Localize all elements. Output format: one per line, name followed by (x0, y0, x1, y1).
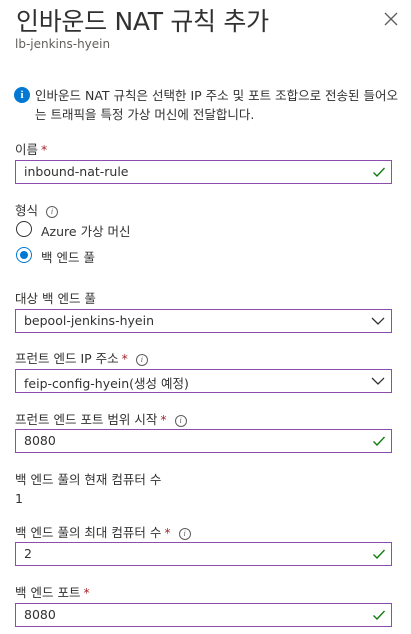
panel-subtitle: lb-jenkins-hyein (15, 37, 111, 51)
chevron-down-icon[interactable] (371, 375, 385, 387)
radio-backend-pool-label[interactable]: 백 엔드 풀 (41, 247, 95, 266)
frontend-port-start-value[interactable]: 8080 (24, 433, 56, 448)
required-marker: * (121, 351, 128, 366)
name-value[interactable]: inbound-nat-rule (24, 164, 129, 179)
max-count-value[interactable]: 2 (24, 546, 32, 561)
frontend-ip-value[interactable]: feip-config-hyein(생성 예정) (24, 373, 189, 392)
current-count-label: 백 엔드 풀의 현재 컴퓨터 수 (15, 472, 162, 487)
name-label: 이름 * (15, 142, 48, 157)
info-message: i 인바운드 NAT 규칙은 선택한 IP 주소 및 포트 조합으로 전송된 들… (14, 86, 409, 124)
info-tooltip-icon[interactable]: i (178, 528, 191, 540)
backend-pool-value[interactable]: bepool-jenkins-hyein (24, 313, 154, 328)
checkmark-icon (373, 610, 386, 621)
backend-port-label: 백 엔드 포트 * (15, 585, 90, 600)
required-marker: * (164, 525, 171, 540)
backend-port-value[interactable]: 8080 (24, 607, 56, 622)
checkmark-icon (373, 436, 386, 447)
frontend-port-start-input[interactable]: 8080 (15, 429, 392, 453)
radio-backend-pool[interactable] (16, 247, 32, 263)
backend-pool-dropdown[interactable]: bepool-jenkins-hyein (15, 309, 392, 333)
radio-azure-vm[interactable] (16, 221, 32, 237)
info-icon: i (14, 87, 30, 103)
chevron-down-icon[interactable] (371, 315, 385, 327)
required-marker: * (83, 585, 90, 600)
close-icon[interactable] (381, 9, 401, 29)
frontend-ip-dropdown[interactable]: feip-config-hyein(생성 예정) (15, 369, 392, 393)
backend-pool-label: 대상 백 엔드 풀 (15, 291, 96, 306)
max-count-input[interactable]: 2 (15, 542, 392, 566)
checkmark-icon (373, 167, 386, 178)
type-label: 형식 i (15, 200, 59, 219)
info-tooltip-icon[interactable]: i (174, 415, 187, 427)
required-marker: * (41, 142, 48, 157)
frontend-port-start-label: 프런트 엔드 포트 범위 시작 * i (15, 409, 187, 428)
info-tooltip-icon[interactable]: i (46, 206, 59, 218)
max-count-label: 백 엔드 풀의 최대 컴퓨터 수 * i (15, 522, 191, 541)
info-tooltip-icon[interactable]: i (135, 354, 148, 366)
radio-azure-vm-label[interactable]: Azure 가상 머신 (41, 221, 131, 240)
name-input[interactable]: inbound-nat-rule (15, 160, 392, 184)
info-text: 인바운드 NAT 규칙은 선택한 IP 주소 및 포트 조합으로 전송된 들어오… (35, 88, 399, 122)
frontend-ip-label: 프런트 엔드 IP 주소 * i (15, 348, 148, 367)
backend-port-input[interactable]: 8080 (15, 603, 392, 627)
current-count-value: 1 (15, 491, 23, 506)
panel-title: 인바운드 NAT 규칙 추가 (16, 7, 269, 36)
checkmark-icon (373, 549, 386, 560)
required-marker: * (160, 412, 167, 427)
